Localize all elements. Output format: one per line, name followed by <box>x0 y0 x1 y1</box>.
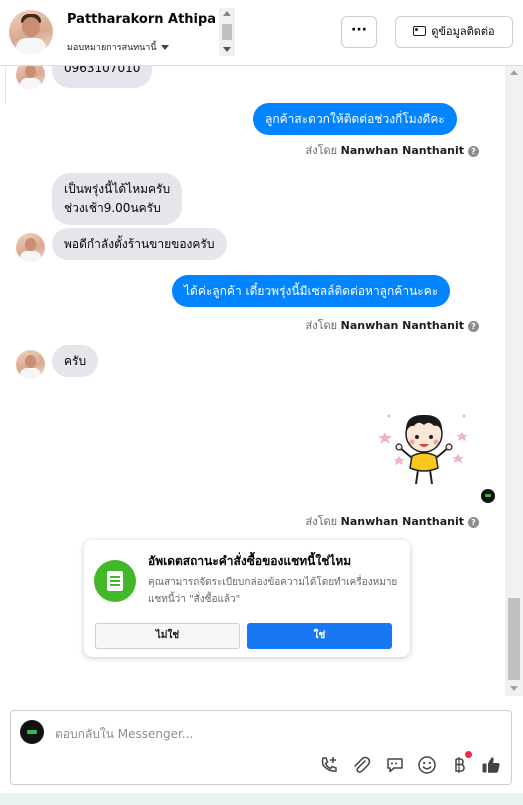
assign-label: มอบหมายการสนทนานี้ <box>67 43 157 53</box>
message-text: ครับ <box>64 354 87 368</box>
sender-name: Nanwhan Nanthanit <box>340 515 464 528</box>
reply-composer: ตอบกลับใน Messenger... <box>10 710 512 785</box>
order-status-prompt-card: อัพเดตสถานะคำสั่งซื้อของแชทนี้ใช่ไหม คุณ… <box>84 540 410 657</box>
contact-card-icon <box>413 26 427 36</box>
message-text: พอดีกำลังตั้งร้านขายของครับ <box>64 237 215 251</box>
view-contact-info-button[interactable]: ดูข้อมูลติดต่อ <box>395 16 513 48</box>
thread-scrollbar[interactable] <box>505 66 523 696</box>
help-icon[interactable]: ? <box>468 321 479 332</box>
message-text: 0963107010 <box>64 66 141 75</box>
contact-avatar-small <box>16 66 45 89</box>
message-bubble-outgoing[interactable]: ได้ค่ะลูกค้า เดี๋ยวพรุ่งนี้มีเซลล์ติดต่อ… <box>172 275 451 307</box>
more-options-button[interactable]: ··· <box>341 16 377 48</box>
message-thread[interactable]: 0963107010 ลูกค้าสะดวกให้ติดต่อช่วงกี่โม… <box>0 66 505 696</box>
sent-by-label: ส่งโดย Nanwhan Nanthanit? <box>306 141 479 159</box>
contact-avatar-small <box>16 350 45 379</box>
message-bubble-incoming[interactable]: ครับ <box>52 345 99 377</box>
contact-avatar-small <box>16 233 45 262</box>
saved-replies-icon[interactable] <box>385 755 405 775</box>
scroll-down-arrow-icon[interactable] <box>223 47 231 52</box>
message-bubble-incoming[interactable]: เป็นพรุ่งนี้ได้ไหมครับ ช่วงเช้า9.00นครับ <box>52 173 183 225</box>
sent-by-prefix: ส่งโดย <box>305 144 338 157</box>
contact-name[interactable]: Pattharakorn Athipanya <box>67 12 217 27</box>
help-icon[interactable]: ? <box>468 146 479 157</box>
view-contact-info-label: ดูข้อมูลติดต่อ <box>431 25 495 38</box>
notification-dot <box>465 751 472 758</box>
message-text-line: เป็นพรุ่งนี้ได้ไหมครับ <box>64 182 171 196</box>
sent-by-label: ส่งโดย Nanwhan Nanthanit? <box>306 512 479 530</box>
page-avatar <box>20 720 44 744</box>
card-title: อัพเดตสถานะคำสั่งซื้อของแชทนี้ใช่ไหม <box>148 554 352 568</box>
scrollbar-thumb[interactable] <box>508 598 520 680</box>
order-document-icon <box>94 560 136 602</box>
scroll-down-arrow-icon[interactable] <box>510 686 518 691</box>
payment-icon[interactable] <box>449 755 469 775</box>
assign-conversation-dropdown[interactable]: มอบหมายการสนทนานี้ <box>67 40 169 54</box>
caret-down-icon <box>160 45 169 50</box>
yes-button[interactable]: ใช่ <box>247 623 392 649</box>
attachment-icon[interactable] <box>351 755 371 775</box>
header-scrollbar[interactable] <box>219 8 235 56</box>
scroll-up-arrow-icon[interactable] <box>223 11 231 16</box>
scrollbar-thumb[interactable] <box>222 24 232 40</box>
message-text: ได้ค่ะลูกค้า เดี๋ยวพรุ่งนี้มีเซลล์ติดต่อ… <box>184 284 439 298</box>
message-bubble-outgoing[interactable]: ลูกค้าสะดวกให้ติดต่อช่วงกี่โมงดีคะ <box>253 103 457 135</box>
add-call-icon[interactable] <box>319 755 339 775</box>
contact-avatar[interactable] <box>9 10 53 54</box>
seen-by-avatar <box>481 489 495 503</box>
message-bubble-incoming[interactable]: พอดีกำลังตั้งร้านขายของครับ <box>52 228 227 260</box>
scroll-up-arrow-icon[interactable] <box>510 70 518 75</box>
message-text-line: ช่วงเช้า9.00นครับ <box>64 201 161 215</box>
sender-name: Nanwhan Nanthanit <box>340 144 464 157</box>
message-text: ลูกค้าสะดวกให้ติดต่อช่วงกี่โมงดีคะ <box>265 112 445 126</box>
message-bubble-incoming[interactable]: 0963107010 <box>52 66 153 88</box>
thumbs-up-icon[interactable] <box>481 755 501 775</box>
sender-name: Nanwhan Nanthanit <box>340 319 464 332</box>
sent-by-label: ส่งโดย Nanwhan Nanthanit? <box>306 316 479 334</box>
sent-by-prefix: ส่งโดย <box>305 319 338 332</box>
help-icon[interactable]: ? <box>468 517 479 528</box>
conversation-header: Pattharakorn Athipanya มอบหมายการสนทนานี… <box>0 0 523 66</box>
reply-input[interactable]: ตอบกลับใน Messenger... <box>55 725 193 744</box>
emoji-icon[interactable] <box>417 755 437 775</box>
page-footer-strip <box>0 793 523 805</box>
sticker-image[interactable] <box>374 404 474 490</box>
sent-by-prefix: ส่งโดย <box>305 515 338 528</box>
card-description: คุณสามารถจัดระเบียบกล่องข้อความได้โดยทำเ… <box>148 577 398 605</box>
no-button[interactable]: ไม่ใช่ <box>95 623 240 649</box>
